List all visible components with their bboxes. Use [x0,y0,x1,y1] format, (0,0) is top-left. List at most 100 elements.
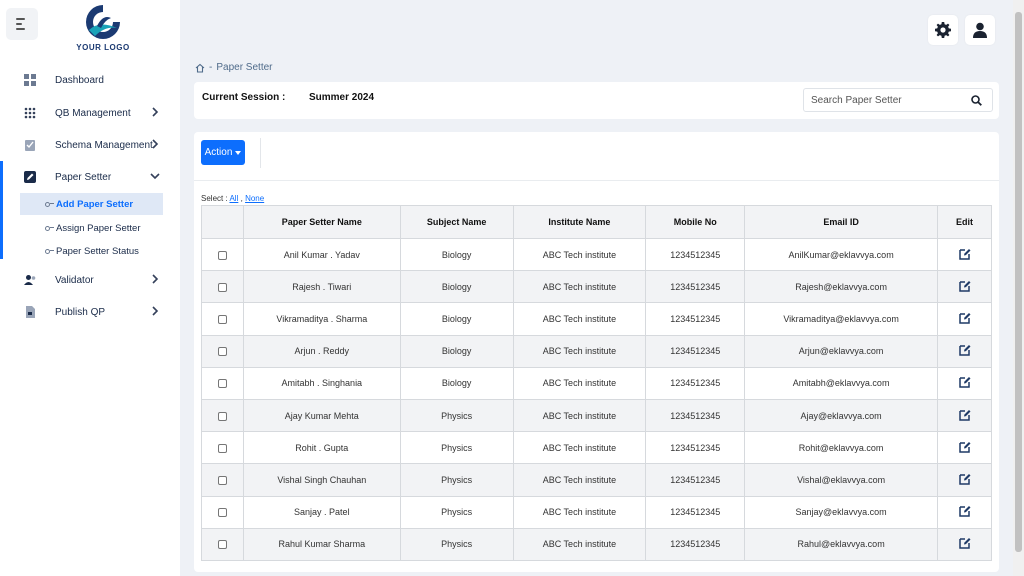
dashboard-icon [24,74,36,86]
subject-name-cell: Biology [399,302,514,336]
row-checkbox[interactable] [217,443,227,453]
page-scrollbar[interactable] [1013,0,1024,576]
sidebar-item-label: Validator [55,274,94,286]
sidebar-item-label: Paper Setter [55,171,112,183]
row-edit-cell [937,431,992,465]
sidebar-subitem-assign-paper-setter[interactable]: Assign Paper Setter [20,217,163,239]
mobile-no-cell: 1234512345 [645,366,746,400]
document-icon [26,306,35,318]
scrollbar-thumb[interactable] [1015,12,1022,552]
row-select-cell [201,366,244,400]
subject-name-cell: Biology [399,237,514,272]
table-header-subject: Subject Name [399,205,514,239]
table-header-mobile: Mobile No [645,205,746,239]
search-input[interactable] [804,89,964,111]
institute-name-cell: ABC Tech institute [512,431,647,465]
row-edit-cell [937,302,992,336]
row-checkbox[interactable] [217,475,227,485]
row-checkbox[interactable] [217,540,227,550]
logo-emblem-icon [86,5,120,39]
mobile-no-cell: 1234512345 [645,398,746,433]
settings-button[interactable] [928,15,958,45]
sidebar-subitem-label: Add Paper Setter [56,198,134,210]
table-row: Rahul Kumar Sharma Physics ABC Tech instit… [201,527,992,561]
sidebar: YOUR LOGO Dashboard QB Management Schema… [0,0,180,576]
sidebar-item-label: Dashboard [55,74,104,86]
edit-button[interactable] [958,248,971,260]
sidebar-item-schema-management[interactable]: Schema Management [0,132,180,158]
table-header-row: Paper Setter Name Subject Name Institute… [201,205,992,239]
chevron-right-icon [152,306,159,316]
search-box [803,88,993,112]
mobile-no-cell: 1234512345 [645,302,746,336]
edit-icon [958,441,970,453]
email-id-cell: Sanjay@eklavvya.com [744,495,939,529]
table-row: Ajay Kumar Mehta Physics ABC Tech institut… [201,398,992,433]
edit-button[interactable] [958,344,971,356]
institute-name-cell: ABC Tech institute [512,237,647,272]
row-edit-cell [937,334,992,368]
row-checkbox[interactable] [217,411,227,421]
select-controls: Select : All , None [201,194,264,203]
sidebar-subitem-paper-setter-status[interactable]: Paper Setter Status [20,240,163,262]
edit-icon [958,312,970,324]
table-header-email: Email ID [744,205,939,239]
email-id-cell: Amitabh@eklavvya.com [744,366,939,400]
row-checkbox[interactable] [217,315,227,325]
setter-name-cell: Sanjay . Patel [242,495,401,529]
setter-name-cell: Vikramaditya . Sharma [242,302,401,336]
sidebar-subitem-add-paper-setter[interactable]: Add Paper Setter [20,193,163,215]
table-row: Arjun . Reddy Biology ABC Tech institute 12… [201,334,992,368]
home-icon[interactable] [195,63,205,73]
edit-icon [958,409,970,421]
grid-dots-icon [24,107,36,119]
row-select-cell [201,237,244,272]
institute-name-cell: ABC Tech institute [512,463,647,497]
edit-button[interactable] [958,537,971,550]
select-all-link[interactable]: All [229,194,238,203]
sidebar-item-paper-setter[interactable]: Paper Setter [0,161,180,259]
table-body: Anil Kumar . Yadav Biology ABC Tech instit… [201,237,992,561]
subject-name-cell: Biology [399,270,514,304]
chevron-right-icon [152,274,159,284]
row-checkbox[interactable] [217,250,227,260]
edit-button[interactable] [958,473,971,485]
sidebar-item-validator[interactable]: Validator [0,267,180,293]
row-checkbox[interactable] [217,282,227,292]
sidebar-item-dashboard[interactable]: Dashboard [0,67,180,93]
row-checkbox[interactable] [217,508,227,518]
edit-button[interactable] [958,505,971,517]
table-header-edit: Edit [937,205,992,239]
edit-icon [958,473,970,485]
edit-button[interactable] [958,409,971,421]
row-checkbox[interactable] [217,379,227,389]
row-edit-cell [937,237,992,272]
email-id-cell: Arjun@eklavvya.com [744,334,939,368]
session-label: Current Session : [202,92,286,103]
logo: YOUR LOGO [73,2,133,52]
row-checkbox[interactable] [217,347,227,357]
mobile-no-cell: 1234512345 [645,237,746,272]
table-row: Anil Kumar . Yadav Biology ABC Tech instit… [201,237,992,272]
chevron-right-icon [152,139,159,149]
email-id-cell: Ajay@eklavvya.com [744,398,939,433]
action-dropdown-button[interactable]: Action [201,140,245,165]
edit-icon [958,506,970,517]
paper-setter-card: Action Select : All , None Paper Setter … [194,132,999,572]
select-none-link[interactable]: None [245,194,264,203]
sidebar-item-publish-qp[interactable]: Publish QP [0,299,180,325]
profile-button[interactable] [965,15,995,45]
edit-button[interactable] [958,376,971,389]
mobile-no-cell: 1234512345 [645,334,746,368]
edit-button[interactable] [958,312,971,324]
row-select-cell [201,270,244,304]
table-row: Amitabh . Singhania Biology ABC Tech insti… [201,366,992,400]
caret-down-icon [235,150,242,155]
sidebar-item-qb-management[interactable]: QB Management [0,100,180,126]
edit-button[interactable] [958,280,971,292]
menu-toggle-button[interactable] [6,8,38,40]
edit-button[interactable] [958,441,971,453]
toolbar-divider [260,138,261,168]
search-icon[interactable] [971,95,982,106]
row-edit-cell [937,495,992,529]
